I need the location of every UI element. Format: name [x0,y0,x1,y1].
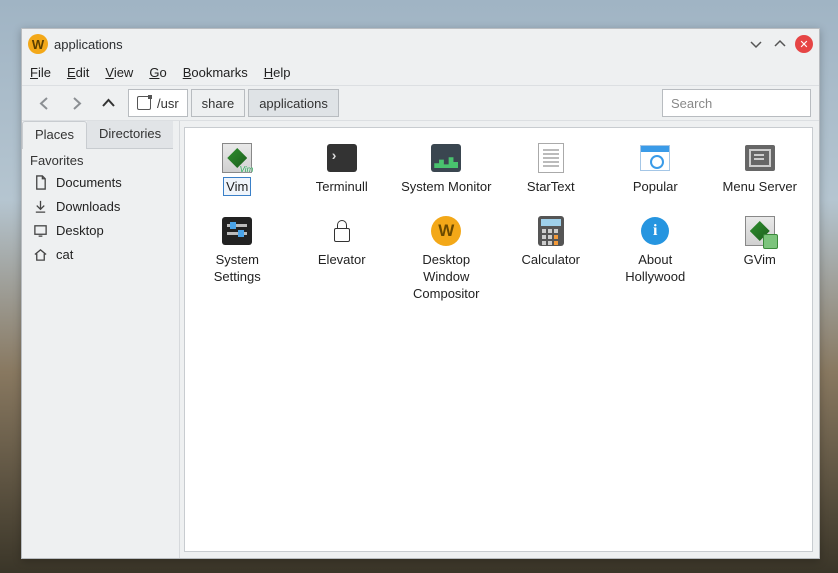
sidebar-tabs: Places Directories [22,121,179,149]
sidebar-item-downloads[interactable]: Downloads [22,194,179,218]
sidebar-item-desktop[interactable]: Desktop [22,218,179,242]
file-item[interactable]: Menu Server [708,136,813,209]
file-item[interactable]: System Settings [185,209,290,316]
file-item-label: Terminull [314,178,370,195]
file-item-label: Desktop Window Compositor [398,251,495,302]
file-item-label: GVim [742,251,778,268]
menubar: File Edit View Go Bookmarks Help [22,59,819,85]
info-icon: i [639,215,671,247]
document-icon [32,174,48,190]
text-icon [535,142,567,174]
sidebar-item-label: Documents [56,175,122,190]
search-input[interactable] [662,89,811,117]
titlebar[interactable]: W applications ✕ [22,29,819,59]
file-item[interactable]: W Desktop Window Compositor [394,209,499,316]
file-item[interactable]: Elevator [290,209,395,316]
breadcrumb-root-label: /usr [157,96,179,111]
sidebar-item-label: Downloads [56,199,120,214]
sidebar-item-label: Desktop [56,223,104,238]
menu-go[interactable]: Go [149,65,166,80]
disk-icon [137,96,151,110]
file-item-label: Menu Server [721,178,799,195]
file-view[interactable]: Vim Terminull System Monitor StarText Popula… [184,127,813,552]
desktop-icon [32,222,48,238]
file-item[interactable]: GVim [708,209,813,316]
menu-bookmarks[interactable]: Bookmarks [183,65,248,80]
calc-icon [535,215,567,247]
nav-forward-button[interactable] [62,89,90,117]
term-icon [326,142,358,174]
settings-icon [221,215,253,247]
close-button[interactable]: ✕ [795,35,813,53]
window-title: applications [54,37,741,52]
sysmon-icon [430,142,462,174]
download-icon [32,198,48,214]
file-item-label: Popular [631,178,680,195]
vim-icon [221,142,253,174]
menu-icon [744,142,776,174]
menu-file[interactable]: File [30,65,51,80]
sidebar-item-home[interactable]: cat [22,242,179,266]
file-item-label: System Monitor [399,178,493,195]
file-item-label: About Hollywood [607,251,704,285]
tab-places[interactable]: Places [22,121,87,149]
toolbar: /usr share applications [22,85,819,121]
home-icon [32,246,48,262]
favorites-header: Favorites [22,149,179,170]
file-item[interactable]: Terminull [290,136,395,209]
file-item[interactable]: Calculator [499,209,604,316]
app-icon: W [28,34,48,54]
file-item[interactable]: StarText [499,136,604,209]
breadcrumb-root[interactable]: /usr [128,89,188,117]
menu-edit[interactable]: Edit [67,65,89,80]
file-item-label: Calculator [519,251,582,268]
nav-back-button[interactable] [30,89,58,117]
sidebar: Places Directories Favorites Documents D… [22,121,180,558]
lock-icon [326,215,358,247]
w-icon: W [430,215,462,247]
breadcrumb-applications[interactable]: applications [248,89,339,117]
sidebar-item-documents[interactable]: Documents [22,170,179,194]
file-manager-window: W applications ✕ File Edit View Go Bookm… [21,28,820,559]
menu-help[interactable]: Help [264,65,291,80]
menu-view[interactable]: View [105,65,133,80]
file-item-label: Vim [224,178,250,195]
file-item-label: Elevator [316,251,368,268]
file-item-label: System Settings [189,251,286,285]
sidebar-item-label: cat [56,247,73,262]
file-item[interactable]: Vim [185,136,290,209]
tab-directories[interactable]: Directories [87,121,173,149]
file-item[interactable]: Popular [603,136,708,209]
file-item[interactable]: System Monitor [394,136,499,209]
pop-icon [639,142,671,174]
file-item-label: StarText [525,178,577,195]
breadcrumb-share[interactable]: share [191,89,246,117]
maximize-button[interactable] [771,35,789,53]
minimize-button[interactable] [747,35,765,53]
nav-up-button[interactable] [94,89,122,117]
file-item[interactable]: i About Hollywood [603,209,708,316]
gvim-icon [744,215,776,247]
